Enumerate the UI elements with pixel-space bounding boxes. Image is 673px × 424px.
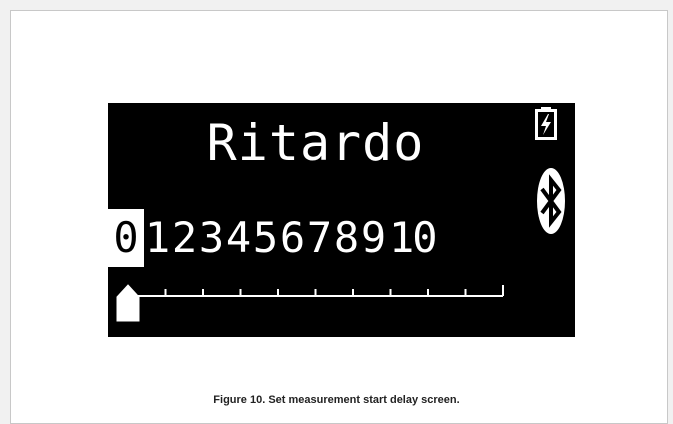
delay-digit-4[interactable]: 4 bbox=[225, 209, 252, 267]
delay-digit-scale: 0 1 2 3 4 5 6 7 8 9 10 bbox=[108, 209, 438, 267]
delay-digit-7[interactable]: 7 bbox=[306, 209, 333, 267]
slider-pointer-icon[interactable] bbox=[116, 284, 140, 322]
figure-caption: Figure 10. Set measurement start delay s… bbox=[213, 394, 460, 406]
delay-digit-9[interactable]: 9 bbox=[360, 209, 387, 267]
screen-title: Ritardo bbox=[206, 114, 425, 172]
delay-digit-6[interactable]: 6 bbox=[279, 209, 306, 267]
delay-digit-3[interactable]: 3 bbox=[198, 209, 225, 267]
delay-digit-1[interactable]: 1 bbox=[144, 209, 171, 267]
delay-digit-5[interactable]: 5 bbox=[252, 209, 279, 267]
device-screen: Ritardo 0 1 2 3 4 5 6 7 8 9 10 bbox=[108, 103, 575, 337]
bluetooth-icon bbox=[537, 168, 565, 234]
delay-digit-8[interactable]: 8 bbox=[333, 209, 360, 267]
delay-digit-10[interactable]: 10 bbox=[387, 209, 438, 267]
delay-slider[interactable] bbox=[108, 275, 528, 325]
battery-charging-icon bbox=[535, 107, 557, 140]
delay-digit-2[interactable]: 2 bbox=[171, 209, 198, 267]
delay-digit-0[interactable]: 0 bbox=[108, 209, 144, 267]
